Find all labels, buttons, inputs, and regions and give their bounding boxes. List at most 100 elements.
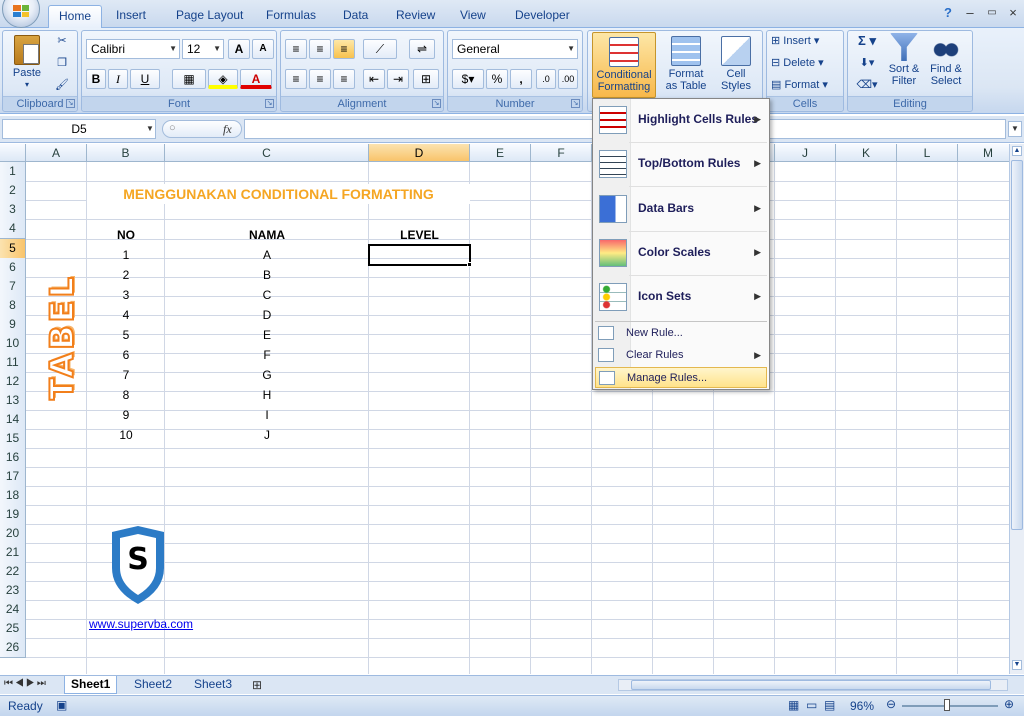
grow-font-button[interactable]: A (228, 39, 250, 59)
cell-nama[interactable]: F (165, 345, 369, 365)
row-header[interactable]: 15 (0, 429, 26, 449)
dialog-launcher-icon[interactable]: ↘ (66, 99, 75, 108)
zoom-in-icon[interactable]: ⊕ (1004, 697, 1014, 711)
column-header-m[interactable]: M (958, 144, 1009, 162)
cell-no[interactable]: 5 (87, 325, 165, 345)
menu-item-color-scales[interactable]: Color Scales ▶ (595, 232, 767, 274)
dialog-launcher-icon[interactable]: ↘ (265, 99, 274, 108)
font-size-select[interactable]: 12 ▼ (182, 39, 224, 59)
align-left-icon[interactable]: ≡ (285, 69, 307, 89)
row-header[interactable]: 4 (0, 219, 26, 239)
increase-decimal-icon[interactable]: .0 (536, 69, 556, 89)
italic-button[interactable]: I (108, 69, 128, 89)
cell-no[interactable]: 4 (87, 305, 165, 325)
column-header-l[interactable]: L (897, 144, 958, 162)
tab-review[interactable]: Review (386, 5, 445, 28)
number-format-select[interactable]: General ▼ (452, 39, 578, 59)
percent-button[interactable]: % (486, 69, 508, 89)
row-header[interactable]: 19 (0, 505, 26, 525)
cell-nama[interactable]: E (165, 325, 369, 345)
clear-icon[interactable]: ⌫▾ (852, 79, 882, 91)
row-header[interactable]: 12 (0, 372, 26, 392)
cell-no[interactable]: 7 (87, 365, 165, 385)
row-header[interactable]: 13 (0, 391, 26, 411)
cell-nama[interactable]: B (165, 265, 369, 285)
help-icon[interactable]: ? (940, 6, 956, 22)
borders-button[interactable]: ▦ (172, 69, 206, 89)
insert-sheet-icon[interactable]: ⊞ (252, 678, 262, 692)
menu-item-top-bottom-rules[interactable]: Top/Bottom Rules ▶ (595, 143, 767, 185)
cell-no[interactable]: 8 (87, 385, 165, 405)
column-header-d[interactable]: D (369, 144, 470, 162)
align-center-icon[interactable]: ≡ (309, 69, 331, 89)
name-box[interactable]: D5 (2, 119, 156, 139)
row-header[interactable]: 17 (0, 467, 26, 487)
column-header-j[interactable]: J (775, 144, 836, 162)
menu-item-data-bars[interactable]: Data Bars ▶ (595, 188, 767, 230)
delete-cells-button[interactable]: ⊟ Delete ▾ (771, 57, 841, 69)
decrease-decimal-icon[interactable]: .00 (558, 69, 578, 89)
cut-icon[interactable]: ✂ (53, 35, 71, 47)
autosum-button[interactable]: Σ ▾ (852, 34, 882, 47)
row-header[interactable]: 22 (0, 562, 26, 582)
increase-indent-icon[interactable]: ⇥ (387, 69, 409, 89)
fill-icon[interactable]: ⬇▾ (852, 57, 882, 69)
cell-no[interactable]: 10 (87, 425, 165, 445)
row-header[interactable]: 9 (0, 315, 26, 335)
macro-record-icon[interactable]: ▣ (56, 698, 67, 712)
font-name-select[interactable]: Calibri ▼ (86, 39, 180, 59)
cell-nama[interactable]: H (165, 385, 369, 405)
zoom-level[interactable]: 96% (850, 699, 874, 713)
row-header[interactable]: 23 (0, 581, 26, 601)
cell-no[interactable]: 6 (87, 345, 165, 365)
menu-item-highlight-cells-rules[interactable]: Highlight Cells Rules ▶ (595, 99, 767, 141)
zoom-slider-thumb[interactable] (944, 699, 950, 711)
column-header-e[interactable]: E (470, 144, 531, 162)
sheet-tab-sheet1[interactable]: Sheet1 (64, 676, 118, 694)
minimize-icon[interactable]: – (962, 6, 978, 22)
row-header[interactable]: 8 (0, 296, 26, 316)
wrap-text-icon[interactable]: ⇌ (409, 39, 435, 59)
align-right-icon[interactable]: ≡ (333, 69, 355, 89)
expand-formula-bar-icon[interactable]: ▼ (1008, 121, 1022, 137)
header-no[interactable]: NO (87, 225, 165, 245)
sheet-tab-sheet2[interactable]: Sheet2 (128, 676, 178, 694)
row-header[interactable]: 3 (0, 200, 26, 220)
zoom-out-icon[interactable]: ⊖ (886, 697, 896, 711)
cell-no[interactable]: 9 (87, 405, 165, 425)
row-header[interactable]: 10 (0, 334, 26, 354)
column-header-k[interactable]: K (836, 144, 897, 162)
cell-no[interactable]: 1 (87, 245, 165, 265)
font-color-button[interactable]: A (240, 69, 272, 89)
fill-color-button[interactable]: ◈ (208, 69, 238, 89)
cell-nama[interactable]: A (165, 245, 369, 265)
shrink-font-button[interactable]: A (252, 39, 274, 59)
bold-button[interactable]: B (86, 69, 106, 89)
restore-icon[interactable]: ▭ (984, 6, 1000, 22)
tab-formulas[interactable]: Formulas (256, 5, 326, 28)
supervba-logo[interactable]: S (106, 524, 170, 606)
horizontal-scrollbar[interactable] (618, 679, 1008, 691)
chevron-down-icon[interactable]: ▼ (146, 124, 154, 133)
underline-button[interactable]: U (130, 69, 160, 89)
row-header[interactable]: 2 (0, 181, 26, 201)
dialog-launcher-icon[interactable]: ↘ (432, 99, 441, 108)
insert-cells-button[interactable]: ⊞ Insert ▾ (771, 35, 841, 47)
tabel-wordart[interactable]: TABEL (42, 271, 82, 403)
worksheet-grid[interactable]: A B C D E F G H I J K L M 1 2 3 4 5 6 7 … (0, 144, 1009, 674)
sheet-navigation-icon[interactable]: ⏮◀▶⏭ (4, 678, 48, 689)
close-icon[interactable]: × (1005, 6, 1021, 22)
comma-button[interactable]: , (510, 69, 532, 89)
scroll-thumb[interactable] (631, 680, 991, 690)
active-cell-d5[interactable] (368, 244, 471, 266)
column-header-b[interactable]: B (87, 144, 165, 162)
header-nama[interactable]: NAMA (165, 225, 369, 245)
column-header-a[interactable]: A (26, 144, 87, 162)
row-header[interactable]: 24 (0, 600, 26, 620)
tab-data[interactable]: Data (333, 5, 378, 28)
align-middle-icon[interactable]: ≡ (309, 39, 331, 59)
insert-function-button[interactable]: fx (223, 122, 232, 137)
row-header[interactable]: 26 (0, 638, 26, 658)
tab-page-layout[interactable]: Page Layout (166, 5, 253, 28)
website-link[interactable]: www.supervba.com (89, 617, 193, 631)
